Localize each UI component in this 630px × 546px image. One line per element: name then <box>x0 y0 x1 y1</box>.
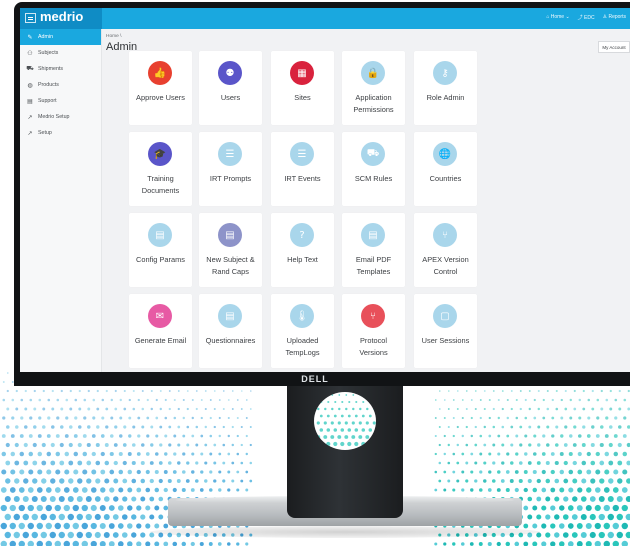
sidebar-item-products[interactable]: ◍ Products <box>20 77 101 93</box>
building-icon: ▦ <box>290 61 314 85</box>
sidebar-item-label: Medrio Setup <box>38 114 70 120</box>
hamburger-icon[interactable] <box>25 13 36 23</box>
admin-tile-irt-prompts[interactable]: ☰ IRT Prompts <box>199 132 262 206</box>
sidebar-item-setup[interactable]: ↗ Setup <box>20 125 101 141</box>
admin-tile-questionnaires[interactable]: ▤ Questionnaires <box>199 294 262 368</box>
app-logo[interactable]: medrio <box>40 9 83 24</box>
breadcrumb[interactable]: Home \ <box>106 34 121 39</box>
truck-icon: ⛟ <box>361 142 385 166</box>
tile-label: Config Params <box>136 255 185 264</box>
pill-icon: ◍ <box>27 82 33 89</box>
tile-label: APEX Version Control <box>422 255 469 276</box>
admin-tile-application-permissions[interactable]: 🔒 Application Permissions <box>342 51 405 125</box>
key-icon: ⚷ <box>433 61 457 85</box>
envelope-icon: ✉ <box>148 304 172 328</box>
sidebar-item-subjects[interactable]: ⚇ Subjects <box>20 45 101 61</box>
tile-label: New Subject & Rand Caps <box>206 255 255 276</box>
tile-label: Role Admin <box>426 93 465 102</box>
admin-tile-scm-rules[interactable]: ⛟ SCM Rules <box>342 132 405 206</box>
tool-icon: ↗ <box>27 130 33 137</box>
admin-tile-email-pdf-templates[interactable]: ▤ Email PDF Templates <box>342 213 405 287</box>
tile-label: Questionnaires <box>205 336 256 345</box>
nav-home[interactable]: ⌂ Home ⌄ <box>546 14 569 21</box>
top-nav: ⌂ Home ⌄ ⤴ EDC ♙ Reports <box>546 14 626 21</box>
tile-label: Uploaded TempLogs <box>285 336 320 357</box>
admin-tile-new-subject-rand-caps[interactable]: ▤ New Subject & Rand Caps <box>199 213 262 287</box>
server-icon: ▤ <box>148 223 172 247</box>
users-icon: ⚉ <box>218 61 242 85</box>
admin-tile-uploaded-templogs[interactable]: 🌡 Uploaded TempLogs <box>271 294 334 368</box>
admin-tile-users[interactable]: ⚉ Users <box>199 51 262 125</box>
tile-label: IRT Prompts <box>209 174 252 183</box>
branch-icon: ⑂ <box>433 223 457 247</box>
tile-label: IRT Events <box>284 174 321 183</box>
tool-icon: ↗ <box>27 114 33 121</box>
sidebar-item-label: Shipments <box>38 66 64 72</box>
my-account-button[interactable]: My Account <box>598 41 630 53</box>
sidebar-item-admin[interactable]: ✎ Admin <box>20 29 101 45</box>
admin-tile-help-text[interactable]: ? Help Text <box>271 213 334 287</box>
monitor-brand-logo: DELL <box>301 374 329 384</box>
screen-icon: ▢ <box>433 304 457 328</box>
database-icon: ☰ <box>218 142 242 166</box>
branch-icon: ⑂ <box>361 304 385 328</box>
sidebar-item-shipments[interactable]: ⛟ Shipments <box>20 61 101 77</box>
admin-tile-protocol-versions[interactable]: ⑂ Protocol Versions <box>342 294 405 368</box>
tile-label: Protocol Versions <box>359 336 388 357</box>
tile-label: Email PDF Templates <box>355 255 392 276</box>
admin-tile-countries[interactable]: 🌐 Countries <box>414 132 477 206</box>
server-icon: ▤ <box>218 223 242 247</box>
sidebar-item-support[interactable]: ▤ Support <box>20 93 101 109</box>
nav-edc[interactable]: ⤴ EDC <box>578 14 595 21</box>
nav-reports[interactable]: ♙ Reports <box>603 14 626 21</box>
globe-icon: 🌐 <box>433 142 457 166</box>
tile-label: Users <box>220 93 241 102</box>
admin-tile-user-sessions[interactable]: ▢ User Sessions <box>414 294 477 368</box>
sidebar-item-label: Setup <box>38 130 52 136</box>
tile-label: Help Text <box>287 255 318 264</box>
tile-label: Approve Users <box>136 93 185 102</box>
sidebar-item-medrio-setup[interactable]: ↗ Medrio Setup <box>20 109 101 125</box>
admin-tile-role-admin[interactable]: ⚷ Role Admin <box>414 51 477 125</box>
admin-tile-training-documents[interactable]: 🎓 Training Documents <box>129 132 192 206</box>
sidebar-item-label: Support <box>38 98 57 104</box>
admin-tile-sites[interactable]: ▦ Sites <box>271 51 334 125</box>
sidebar-item-label: Admin <box>38 34 54 40</box>
main-content: Home \ Admin My Account 👍 Approve Users ⚉ U… <box>102 29 630 372</box>
admin-tile-irt-events[interactable]: ☰ IRT Events <box>271 132 334 206</box>
database-icon: ☰ <box>290 142 314 166</box>
stand-cable-hole <box>314 392 376 450</box>
tile-label: Countries <box>429 174 462 183</box>
graduation-cap-icon: 🎓 <box>148 142 172 166</box>
tile-label: SCM Rules <box>354 174 393 183</box>
truck-icon: ⛟ <box>26 66 34 72</box>
thumbs-up-icon: 👍 <box>148 61 172 85</box>
tile-label: Application Permissions <box>353 93 394 114</box>
admin-tile-apex-version-control[interactable]: ⑂ APEX Version Control <box>414 213 477 287</box>
screen: medrio ⌂ Home ⌄ ⤴ EDC ♙ Reports ✎ Admin … <box>20 8 630 372</box>
wrench-icon: ✎ <box>27 34 33 41</box>
logo-area: medrio <box>20 8 102 29</box>
file-icon: ▤ <box>361 223 385 247</box>
tile-label: Generate Email <box>134 336 187 345</box>
users-icon: ⚇ <box>27 50 33 57</box>
admin-tile-generate-email[interactable]: ✉ Generate Email <box>129 294 192 368</box>
thermometer-icon: 🌡 <box>290 304 314 328</box>
tile-label: Training Documents <box>141 174 180 195</box>
sidebar-item-label: Products <box>38 82 59 88</box>
admin-tile-approve-users[interactable]: 👍 Approve Users <box>129 51 192 125</box>
sidebar-item-label: Subjects <box>38 50 59 56</box>
tile-label: Sites <box>294 93 311 102</box>
support-icon: ▤ <box>27 98 33 105</box>
question-icon: ? <box>290 223 314 247</box>
admin-tile-config-params[interactable]: ▤ Config Params <box>129 213 192 287</box>
document-icon: ▤ <box>218 304 242 328</box>
lock-icon: 🔒 <box>361 61 385 85</box>
top-bar: medrio ⌂ Home ⌄ ⤴ EDC ♙ Reports <box>20 8 630 29</box>
sidebar: ✎ Admin ⚇ Subjects ⛟ Shipments ◍ Product… <box>20 29 102 372</box>
stand-shadow <box>150 526 540 538</box>
tile-label: User Sessions <box>421 336 470 345</box>
